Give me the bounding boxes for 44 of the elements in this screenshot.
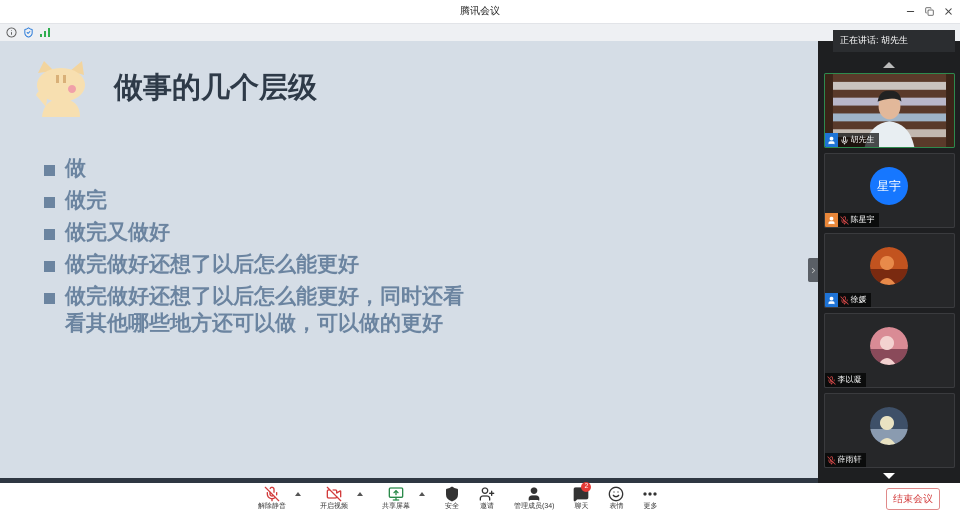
signal-icon[interactable] bbox=[40, 28, 50, 37]
bullet-icon bbox=[44, 197, 55, 208]
participant-name: 徐媛 bbox=[850, 294, 866, 306]
share-screen-icon bbox=[388, 486, 404, 502]
scroll-up-icon[interactable] bbox=[883, 62, 895, 68]
speaking-label: 正在讲话: 胡先生 bbox=[840, 34, 908, 48]
bullet-icon bbox=[44, 229, 55, 240]
avatar-initials: 星宇 bbox=[870, 166, 908, 204]
participant-tile[interactable]: 星宇 陈星宇 bbox=[824, 153, 954, 228]
caret-icon[interactable] bbox=[295, 492, 301, 496]
shield-icon[interactable] bbox=[23, 27, 34, 38]
participant-tile[interactable]: 徐媛 bbox=[824, 233, 954, 308]
person-icon bbox=[526, 486, 542, 502]
camera-off-icon bbox=[326, 486, 342, 502]
collapse-handle[interactable] bbox=[808, 258, 818, 282]
close-icon[interactable] bbox=[943, 6, 954, 17]
bullet-text: 做完做好还想了以后怎么能更好 bbox=[65, 252, 360, 278]
info-icon[interactable] bbox=[6, 27, 17, 38]
shield-icon bbox=[444, 486, 460, 502]
bullet-icon bbox=[44, 165, 55, 176]
participant-name: 薛雨轩 bbox=[838, 454, 862, 466]
participant-name: 李以凝 bbox=[838, 374, 862, 386]
bullet-text: 做 bbox=[65, 156, 87, 182]
participant-name: 陈星宇 bbox=[850, 214, 874, 226]
bullet-text: 做完又做好 bbox=[65, 220, 171, 246]
caret-icon[interactable] bbox=[419, 492, 425, 496]
participant-tile[interactable]: 薛雨轩 bbox=[824, 393, 954, 468]
participant-tile[interactable]: 胡先生 bbox=[824, 73, 954, 148]
end-meeting-button[interactable]: 结束会议 bbox=[886, 488, 940, 510]
participant-name: 胡先生 bbox=[850, 134, 874, 146]
muted-mic-icon bbox=[264, 486, 280, 502]
bullet-icon bbox=[44, 293, 55, 304]
window-title: 腾讯会议 bbox=[460, 4, 500, 19]
caret-icon[interactable] bbox=[357, 492, 363, 496]
restore-icon[interactable] bbox=[925, 7, 934, 16]
slide-title: 做事的几个层级 bbox=[114, 71, 317, 106]
bullet-text: 做完 bbox=[65, 188, 108, 214]
bullet-icon bbox=[44, 261, 55, 272]
participant-tile[interactable]: 李以凝 bbox=[824, 313, 954, 388]
scroll-down-icon[interactable] bbox=[883, 473, 895, 479]
more-icon bbox=[643, 492, 658, 496]
smiley-icon bbox=[608, 486, 624, 502]
bullet-text: 做完做好还想了以后怎么能更好，同时还看看其他哪些地方还可以做，可以做的更好 bbox=[65, 284, 465, 337]
add-person-icon bbox=[479, 486, 495, 502]
